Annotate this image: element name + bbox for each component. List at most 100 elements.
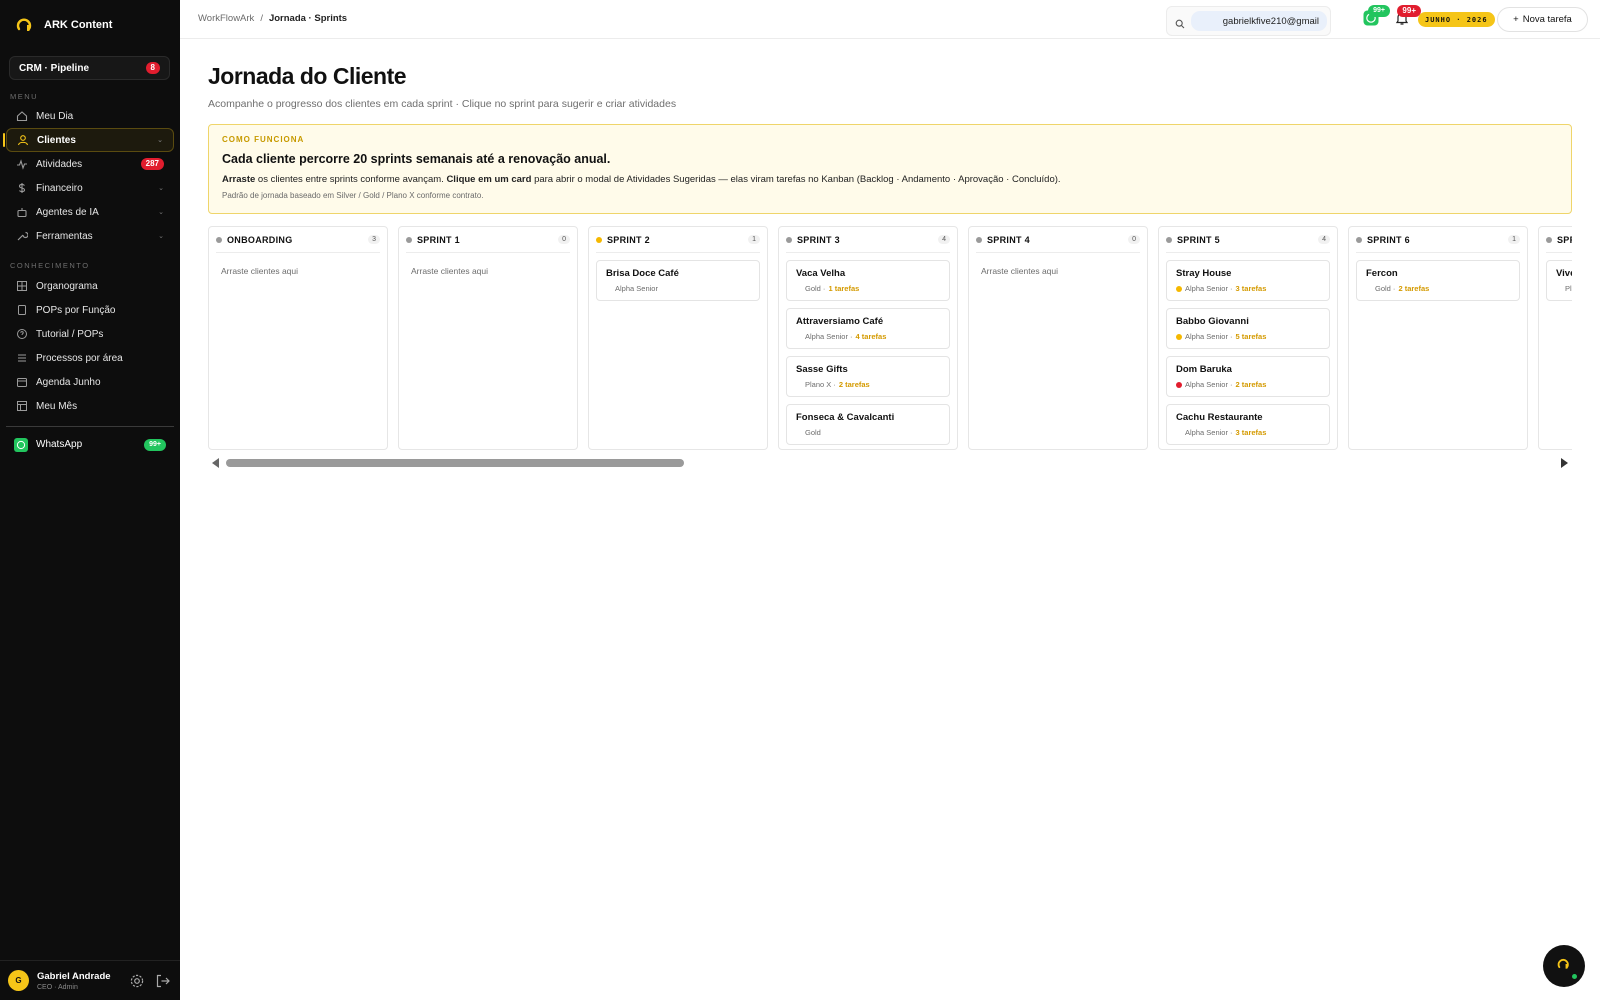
client-card[interactable]: Cachu Restaurante Alpha Senior · 3 tarefas [1166, 404, 1330, 445]
sprint-column-header[interactable]: SPRINT 5 4 [1166, 227, 1330, 253]
sprint-column-header[interactable]: SPRINT 4 0 [976, 227, 1140, 253]
sidebar-item-label: Organograma [36, 280, 98, 292]
client-name: Babbo Giovanni [1176, 316, 1249, 327]
sprint-column[interactable]: SPRINT 1 0 Arraste clientes aqui [398, 226, 578, 450]
new-task-button[interactable]: + Nova tarefa [1497, 7, 1588, 32]
search-icon [1175, 16, 1185, 29]
client-status-dot [1556, 286, 1562, 292]
client-name: Cachu Restaurante [1176, 412, 1263, 423]
sidebar-item-agenda-junho[interactable]: Agenda Junho [6, 370, 174, 394]
sprint-column-count: 0 [558, 235, 570, 244]
crm-pipeline-button[interactable]: CRM · Pipeline 8 [9, 56, 170, 80]
client-card[interactable]: Babbo Giovanni Alpha Senior · 5 tarefas [1166, 308, 1330, 349]
client-task-count: 3 tarefas [1235, 428, 1267, 437]
client-plan: Gold · [805, 284, 826, 293]
sidebar-item-pops-funcao[interactable]: POPs por Função [6, 298, 174, 322]
client-meta: Plano X [1556, 284, 1572, 293]
knowledge-menu: Organograma POPs por Função Tutorial / P… [6, 274, 174, 418]
client-meta: Alpha Senior · 5 tarefas [1176, 332, 1320, 341]
client-card[interactable]: Fercon Gold · 2 tarefas [1356, 260, 1520, 301]
client-card[interactable]: Vivenda Plano X [1546, 260, 1572, 301]
sprint-column-header[interactable]: ONBOARDING 3 [216, 227, 380, 253]
sidebar-item-meu-mes[interactable]: Meu Mês [6, 394, 174, 418]
scroll-thumb[interactable] [226, 459, 684, 467]
ark-logo-icon [16, 16, 34, 34]
breadcrumb-current: Jornada · Sprints [268, 13, 348, 24]
client-meta: Alpha Senior · 3 tarefas [1176, 284, 1320, 293]
brand[interactable]: ARK Content [16, 14, 112, 36]
sidebar-item-label: POPs por Função [36, 304, 116, 316]
sidebar-item-financeiro[interactable]: Financeiro ⌄ [6, 176, 174, 200]
whatsapp-button[interactable]: WhatsApp 99+ [6, 426, 174, 462]
breadcrumb-root[interactable]: WorkFlowArk [198, 13, 254, 24]
client-meta: Alpha Senior · 3 tarefas [1176, 428, 1320, 437]
home-icon [16, 110, 28, 122]
scroll-right-arrow-icon[interactable] [1561, 458, 1568, 468]
board-scrollbar[interactable] [208, 456, 1572, 472]
sidebar-item-atividades[interactable]: Atividades 287 [6, 152, 174, 176]
sprint-column[interactable]: ONBOARDING 3 Arraste clientes aqui [208, 226, 388, 450]
client-card[interactable]: Vaca Velha Gold · 1 tarefas [786, 260, 950, 301]
scroll-left-arrow-icon[interactable] [212, 458, 219, 468]
crm-pipeline-badge: 8 [145, 62, 160, 74]
client-status-dot [1366, 286, 1372, 292]
info-text: os clientes entre sprints conforme avanç… [255, 174, 447, 185]
topbar: WorkFlowArk / Jornada · Sprints 99+ 99+ … [180, 0, 1600, 39]
sprint-column[interactable]: SPRINT 6 1 Fercon Gold · 2 tarefas [1348, 226, 1528, 450]
sprint-column-header[interactable]: SPRINT 6 1 [1356, 227, 1520, 253]
sidebar-item-tutorial-pops[interactable]: Tutorial / POPs [6, 322, 174, 346]
client-name: Dom Baruka [1176, 364, 1232, 375]
client-name: Fercon [1366, 268, 1398, 279]
sidebar-item-meu-dia[interactable]: Meu Dia [6, 104, 174, 128]
brand-name: ARK Content [44, 19, 113, 31]
sprint-column-count: 4 [938, 235, 950, 244]
search-box[interactable] [1166, 6, 1331, 36]
sidebar-item-label: Ferramentas [36, 230, 93, 242]
sidebar-item-clientes[interactable]: Clientes ⌄ [3, 128, 174, 152]
grid-icon [16, 280, 28, 292]
sprint-column[interactable]: SPRINT 71 Vivenda Plano X [1538, 226, 1572, 450]
client-card[interactable]: Stray House Alpha Senior · 3 tarefas [1166, 260, 1330, 301]
search-input[interactable] [1191, 11, 1327, 31]
client-name: Vivenda [1556, 268, 1572, 279]
client-plan: Plano X · [805, 380, 836, 389]
client-card[interactable]: Brisa Doce Café Alpha Senior [596, 260, 760, 301]
atividades-badge: 287 [140, 158, 164, 170]
sprint-column[interactable]: SPRINT 3 4 Vaca Velha Gold · 1 tarefas Attrav… [778, 226, 958, 450]
client-plan: Alpha Senior · [1185, 380, 1233, 389]
sprint-column[interactable]: SPRINT 5 4 Stray House Alpha Senior · 3 tare… [1158, 226, 1338, 450]
client-name: Stray House [1176, 268, 1232, 279]
sidebar-item-label: Processos por área [36, 352, 123, 364]
settings-gear-icon[interactable] [128, 972, 146, 990]
sprint-column[interactable]: SPRINT 4 0 Arraste clientes aqui [968, 226, 1148, 450]
sidebar-item-processos-area[interactable]: Processos por área [6, 346, 174, 370]
notifications-button[interactable]: 99+ [1391, 5, 1421, 31]
status-dot [596, 236, 602, 243]
sprint-column-header[interactable]: SPRINT 3 4 [786, 227, 950, 253]
client-card[interactable]: Sasse Gifts Plano X · 2 tarefas [786, 356, 950, 397]
logout-icon[interactable] [154, 972, 172, 990]
client-status-dot [796, 286, 802, 292]
sprint-column-header[interactable]: SPRINT 71 [1546, 227, 1572, 253]
assistant-fab-button[interactable] [1543, 945, 1585, 987]
sprint-column-header[interactable]: SPRINT 1 0 [406, 227, 570, 253]
sprint-column-header[interactable]: SPRINT 2 1 [596, 227, 760, 253]
sidebar-item-organograma[interactable]: Organograma [6, 274, 174, 298]
user-icon [17, 134, 29, 146]
client-task-count: 2 tarefas [838, 380, 870, 389]
month-badge[interactable]: JUNHO · 2026 [1418, 12, 1495, 27]
sprint-column[interactable]: SPRINT 2 1 Brisa Doce Café Alpha Senior [588, 226, 768, 450]
client-card[interactable]: Dom Baruka Alpha Senior · 2 tarefas [1166, 356, 1330, 397]
client-card[interactable]: Fonseca & Cavalcanti Gold [786, 404, 950, 445]
whatsapp-top-button[interactable]: 99+ [1360, 5, 1390, 31]
avatar[interactable]: G [8, 970, 29, 991]
client-meta: Alpha Senior · 4 tarefas [796, 332, 940, 341]
client-card[interactable]: Attraversiamo Café Alpha Senior · 4 tarefa… [786, 308, 950, 349]
sidebar-item-label: Clientes [37, 134, 76, 146]
client-meta: Gold · 1 tarefas [796, 284, 940, 293]
sidebar-item-agentes-ia[interactable]: Agentes de IA ⌄ [6, 200, 174, 224]
client-task-count: 5 tarefas [1235, 332, 1267, 341]
status-dot [976, 236, 982, 243]
sprint-column-title: ONBOARDING [227, 234, 293, 245]
sidebar-item-ferramentas[interactable]: Ferramentas ⌄ [6, 224, 174, 248]
